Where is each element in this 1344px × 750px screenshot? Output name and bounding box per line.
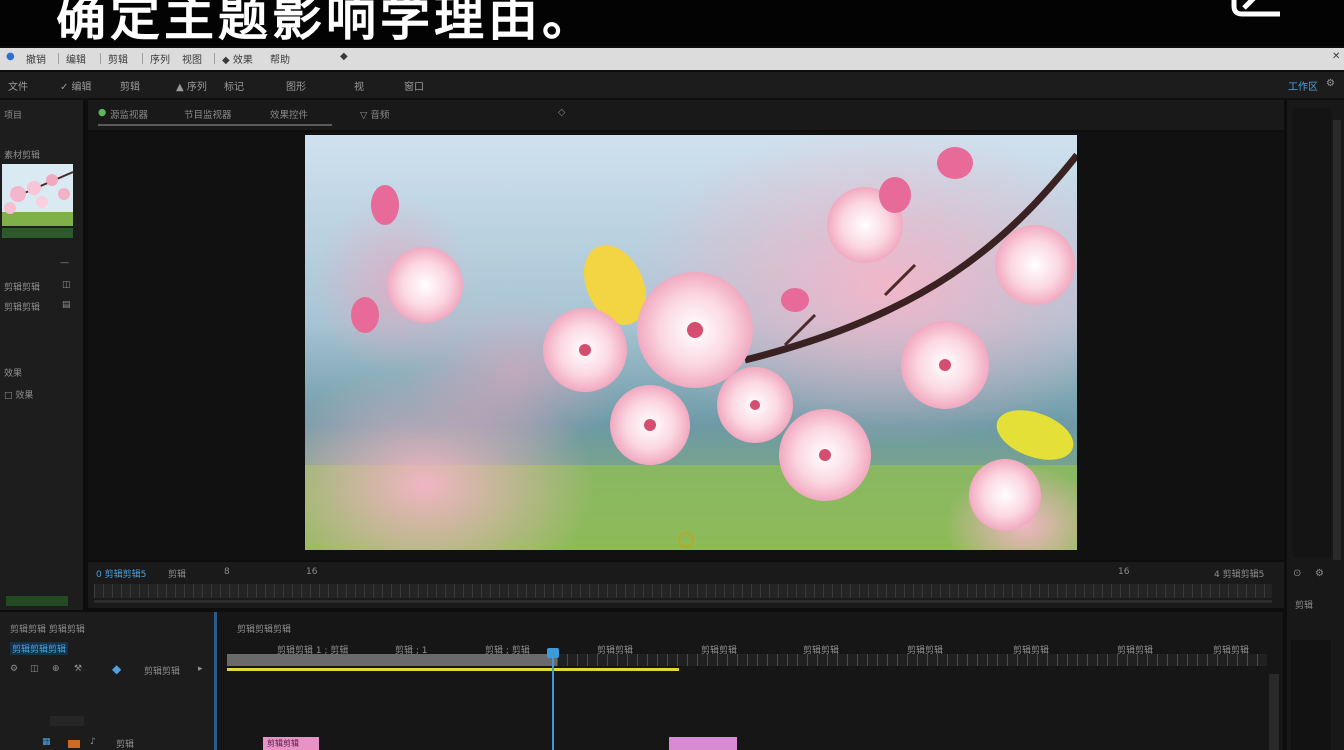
toolbar-view[interactable]: 视 — [354, 78, 364, 93]
status-dot-icon: ● — [98, 107, 107, 118]
toolbar-window[interactable]: 窗口 — [404, 78, 424, 93]
track-lock[interactable] — [50, 716, 84, 726]
timeline-scrollbar[interactable] — [1269, 674, 1279, 750]
menu-item-clip[interactable]: 剪辑 — [108, 51, 128, 66]
list-item[interactable]: 剪辑剪辑 — [4, 280, 40, 293]
project-panel-title: 项目 — [4, 111, 23, 121]
list-item[interactable]: 剪辑剪辑 — [4, 300, 40, 313]
toolbar-edit[interactable]: ✓ 编辑 — [60, 78, 92, 93]
new-item-icon[interactable]: ◫ — [62, 280, 71, 290]
scrub-ruler[interactable] — [94, 584, 1272, 598]
menu-divider — [142, 53, 143, 64]
clip-label: 剪辑剪辑 — [267, 739, 299, 748]
menu-item-undo[interactable]: 撤销 — [26, 51, 46, 66]
track-label: 剪辑剪辑 — [144, 667, 181, 677]
menu-item-effects[interactable]: ◆ 效果 — [222, 51, 253, 66]
audio-meter — [6, 596, 68, 606]
cherry-blossom-image — [305, 135, 1077, 550]
scrub-label-b: 8 — [224, 567, 230, 577]
tab-underline — [98, 124, 332, 126]
current-timecode[interactable]: 0 剪辑剪辑5 — [96, 567, 146, 580]
timeline-track-headers: 剪辑剪辑 剪辑剪辑 剪辑剪辑剪辑 ⚙ ◫ ⊕ ⚒ ◆ 剪辑剪辑 ▸ ▦ ♪ 剪辑 — [0, 612, 214, 750]
work-area-bar[interactable] — [227, 654, 557, 666]
toolbar-graphics[interactable]: 图形 — [286, 78, 306, 93]
duration-timecode: 4 剪辑剪辑5 — [1214, 570, 1265, 580]
project-panel: 项目 素材剪辑 — 剪辑剪辑 ◫ 剪辑剪辑 ▤ 效果 □ 效果 — [0, 100, 84, 610]
audio-meters-panel: ⊙ ⚙ 剪辑 — [1287, 100, 1344, 750]
media-bin-label[interactable]: 素材剪辑 — [4, 148, 40, 161]
captions-icon[interactable]: ◆ — [112, 662, 121, 676]
collapse-icon[interactable]: — — [60, 258, 69, 268]
sequence-name[interactable]: 剪辑剪辑 剪辑剪辑 — [10, 622, 85, 635]
menu-item-view[interactable]: 视图 — [182, 51, 202, 66]
toolbar-file[interactable]: 文件 — [8, 78, 28, 93]
render-bar — [227, 668, 679, 671]
wrench-icon[interactable]: ⚒ — [74, 664, 82, 674]
caption-title: 确定主题影响学理由。 — [56, 0, 596, 46]
effects-label[interactable]: 效果 — [4, 366, 22, 379]
video-frame[interactable] — [305, 135, 1077, 550]
scrub-label-a: 剪辑 — [168, 570, 187, 580]
settings-icon[interactable]: ⚙ — [1315, 568, 1324, 579]
toolbar-markers[interactable]: 标记 — [224, 78, 244, 93]
timeline-clip[interactable] — [669, 737, 737, 750]
new-bin-icon[interactable]: ▤ — [62, 300, 71, 310]
monitor-scrub-bar: 0 剪辑剪辑5 剪辑 8 16 16 4 剪辑剪辑5 — [88, 562, 1284, 608]
tab-extra[interactable]: ◇ — [558, 107, 565, 118]
effects-item[interactable]: □ 效果 — [4, 388, 33, 401]
menu-divider — [58, 53, 59, 64]
scrollbar[interactable] — [1333, 120, 1341, 560]
menu-item-edit[interactable]: 编辑 — [66, 51, 86, 66]
app-icon: ● — [6, 51, 15, 62]
toolbar-clip[interactable]: 剪辑 — [120, 78, 140, 93]
menu-bar: ● 撤销 编辑 剪辑 序列 视图 ◆ 效果 帮助 ◆ ✕ — [0, 48, 1344, 70]
record-icon[interactable] — [68, 740, 80, 748]
scrub-label-right1: 16 — [1118, 567, 1130, 577]
menu-item-help[interactable]: 帮助 — [270, 51, 290, 66]
close-icon[interactable]: ✕ — [1332, 51, 1340, 62]
track-toggle-icon[interactable]: ▦ — [42, 737, 51, 747]
workspace-button[interactable]: 工作区 — [1288, 78, 1318, 93]
linked-icon[interactable]: ◫ — [30, 664, 39, 674]
tab-program-monitor[interactable]: 节目监视器 — [184, 107, 232, 121]
edit-icon — [1231, 0, 1280, 17]
meter-label: 剪辑 — [1295, 601, 1314, 611]
thumbnail-duration-bar — [2, 228, 73, 238]
scrub-track[interactable] — [94, 600, 1272, 603]
playhead[interactable] — [552, 648, 554, 750]
marker-icon[interactable]: ⊕ — [52, 664, 60, 674]
timeline-clip[interactable]: 剪辑剪辑 — [263, 737, 319, 750]
tab-effect-controls[interactable]: 效果控件 — [270, 107, 308, 121]
tab-source-monitor[interactable]: 源监视器 — [110, 107, 148, 121]
workspace-toolbar: 文件 ✓ 编辑 剪辑 ▲ 序列 标记 图形 视 窗口 工作区 ⚙ — [0, 72, 1344, 99]
menu-item-sequence[interactable]: 序列 — [150, 51, 170, 66]
viewer-tab-bar: ● 源监视器 节目监视器 效果控件 ▽ 音频 ◇ — [88, 100, 1284, 130]
link-icon[interactable]: ⊙ — [1293, 568, 1301, 579]
timeline-header: 剪辑剪辑剪辑 — [237, 625, 292, 635]
media-thumbnail[interactable] — [2, 164, 73, 226]
volume-meter — [1291, 640, 1331, 750]
menu-divider — [214, 53, 215, 64]
meter-column — [1293, 108, 1331, 558]
timeline-bottom-label: 剪辑 — [116, 740, 135, 750]
timeline-panel: 剪辑剪辑剪辑 剪辑剪辑 1 ; 剪辑 剪辑 ; 1 剪辑 ; 剪辑 剪辑剪辑 剪… — [217, 612, 1283, 750]
tab-audio[interactable]: ▽ 音频 — [360, 107, 389, 121]
snap-icon[interactable]: ⚙ — [10, 664, 18, 674]
sequence-tab[interactable]: 剪辑剪辑剪辑 — [10, 642, 69, 655]
toolbar-sequence[interactable]: ▲ 序列 — [176, 78, 207, 93]
playhead-handle[interactable] — [547, 648, 559, 658]
menu-divider — [100, 53, 101, 64]
settings-icon[interactable]: ⚙ — [1326, 78, 1335, 89]
cloud-icon[interactable]: ◆ — [340, 51, 348, 62]
expand-icon[interactable]: ▸ — [198, 664, 203, 674]
mute-icon[interactable]: ♪ — [90, 737, 96, 747]
scrub-label-c: 16 — [306, 567, 318, 577]
thumbnail-image — [2, 164, 73, 226]
caption-banner: 确定主题影响学理由。 — [0, 0, 1344, 46]
